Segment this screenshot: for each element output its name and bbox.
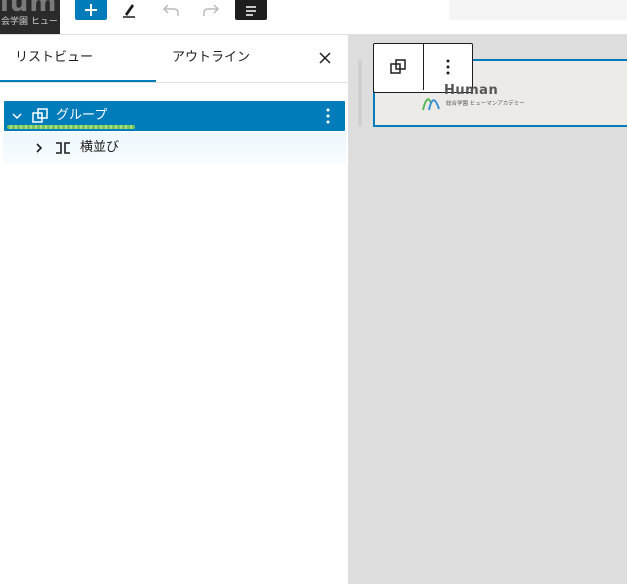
site-logo-subtext: 会学園 ヒュー (1, 17, 58, 27)
chevron-down-icon (12, 113, 22, 120)
block-type-button[interactable] (374, 44, 424, 90)
expand-toggle[interactable] (33, 140, 45, 156)
tab-list-view[interactable]: リストビュー (0, 35, 156, 82)
panel-scrollbar[interactable] (358, 60, 362, 126)
more-vertical-icon (446, 59, 450, 75)
brand-logo: Human 総合学園 ヒューマンアカデミー (420, 83, 530, 111)
row-icon (54, 140, 72, 156)
plus-icon (85, 4, 97, 16)
pencil-icon (123, 4, 135, 18)
editor-canvas[interactable] (349, 35, 627, 584)
tree-item-label: 横並び (80, 140, 120, 155)
panel-tabs: リストビュー アウトライン (0, 35, 348, 83)
undo-button[interactable] (158, 0, 184, 20)
expand-toggle[interactable] (10, 108, 24, 124)
add-block-button[interactable] (75, 0, 107, 20)
undo-icon (162, 4, 179, 16)
redo-icon (203, 4, 220, 16)
list-view-panel: リストビュー アウトライン グループ 横並び (0, 35, 349, 584)
list-view-toggle[interactable] (235, 0, 267, 20)
command-palette-bar[interactable] (449, 0, 627, 20)
tree-item-row[interactable]: 横並び (3, 132, 346, 164)
site-logo[interactable]: lum 会学園 ヒュー (0, 0, 60, 34)
close-icon (319, 52, 331, 64)
tree-item-group[interactable]: グループ (3, 100, 346, 132)
group-icon (390, 59, 406, 74)
editor-header: lum 会学園 ヒュー (0, 0, 627, 35)
tools-button[interactable] (116, 0, 142, 20)
close-panel-button[interactable] (314, 47, 336, 69)
redo-button[interactable] (198, 0, 224, 20)
brand-mark-icon (422, 98, 440, 111)
spellcheck-highlight (7, 125, 135, 129)
brand-subtitle: 総合学園 ヒューマンアカデミー (446, 101, 525, 107)
chevron-right-icon (36, 143, 43, 153)
block-options-button[interactable] (321, 107, 335, 125)
more-vertical-icon (326, 108, 330, 124)
list-view-icon (246, 6, 256, 16)
group-icon (31, 107, 49, 125)
brand-wordmark: Human (444, 83, 499, 98)
tab-outline[interactable]: アウトライン (172, 35, 292, 81)
